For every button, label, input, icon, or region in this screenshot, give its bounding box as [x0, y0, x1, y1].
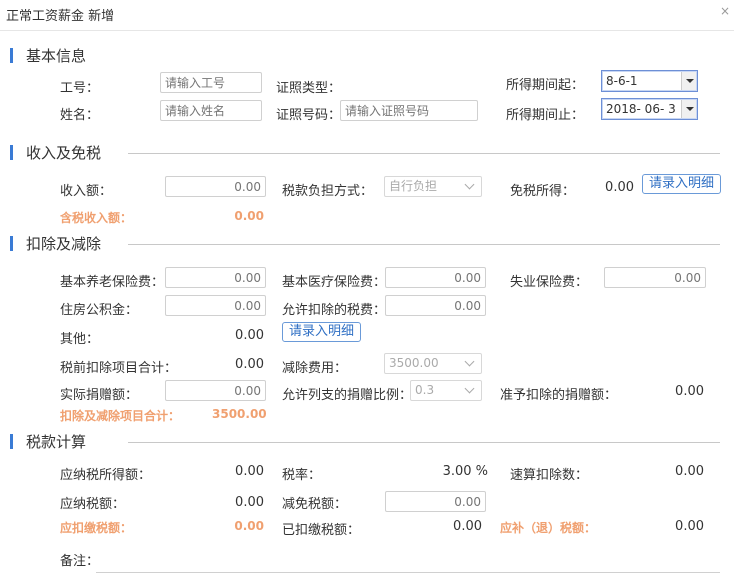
allowed-tax-input[interactable]	[385, 295, 486, 316]
quick-deduction-label: 速算扣除数：	[510, 468, 589, 483]
other-label: 其他：	[60, 332, 100, 347]
paid-label: 已扣缴税额：	[282, 523, 361, 538]
emp-no-input[interactable]	[160, 72, 262, 93]
period-end-label: 所得期间止：	[506, 108, 585, 123]
tax-payable-value: 0.00	[235, 495, 264, 510]
tax-free-value: 0.00	[605, 180, 634, 195]
taxable-amount-label: 应纳税所得额：	[60, 468, 152, 483]
withhold-value: 0.00	[234, 519, 264, 533]
tax-rate-value: 3.00 %	[442, 464, 488, 479]
tax-relief-label: 减免税额：	[282, 497, 348, 512]
quick-deduction-value: 0.00	[675, 464, 704, 479]
close-icon[interactable]: ×	[720, 4, 730, 18]
deduction-fee-label: 减除费用：	[282, 361, 348, 376]
unemployment-input[interactable]	[604, 267, 706, 288]
period-start-select[interactable]: 8-6-1	[601, 70, 698, 92]
allowed-tax-label: 允许扣除的税费：	[282, 303, 387, 318]
window-title: 正常工资薪金 新增	[6, 9, 115, 24]
deduction-fee-value: 3500.00	[389, 356, 439, 370]
refund-label: 应补（退）税额：	[500, 521, 597, 535]
title-divider	[0, 30, 734, 31]
housing-input[interactable]	[165, 295, 266, 316]
emp-no-label: 工号：	[60, 81, 100, 96]
donation-label: 实际捐赠额：	[60, 388, 139, 403]
section-title-deduction: 扣除及减除	[26, 235, 102, 253]
period-end-select[interactable]: 2018- 06- 3	[601, 98, 698, 120]
paid-value: 0.00	[453, 519, 482, 534]
chevron-down-icon	[464, 383, 476, 395]
income-detail-button[interactable]: 请录入明细	[642, 174, 722, 194]
taxable-amount-value: 0.00	[235, 464, 264, 479]
medical-label: 基本医疗保险费：	[282, 275, 387, 290]
section-divider-calc	[128, 442, 720, 443]
other-value: 0.00	[235, 328, 264, 343]
section-marker-deduction	[10, 236, 13, 251]
remark-input-line[interactable]	[96, 572, 720, 573]
unemployment-label: 失业保险费：	[510, 275, 589, 290]
section-title-calc: 税款计算	[26, 433, 87, 451]
section-marker-basic	[10, 48, 13, 63]
tax-burden-select[interactable]: 自行负担	[384, 176, 482, 197]
tax-relief-input[interactable]	[385, 491, 486, 512]
period-start-label: 所得期间起：	[506, 78, 585, 93]
chevron-down-icon	[464, 356, 476, 368]
donation-input[interactable]	[165, 380, 266, 401]
section-marker-calc	[10, 434, 13, 449]
pension-input[interactable]	[165, 267, 266, 288]
pretax-total-value: 0.00	[235, 357, 264, 372]
donation-ratio-value: 0.3	[415, 383, 435, 397]
taxable-income-label: 含税收入额：	[60, 211, 133, 225]
income-label: 收入额：	[60, 184, 113, 199]
tax-free-label: 免税所得：	[510, 184, 576, 199]
deduction-total-label: 扣除及减除项目合计：	[60, 409, 181, 423]
id-no-label: 证照号码：	[276, 108, 342, 123]
tax-rate-label: 税率：	[282, 468, 322, 483]
id-no-input[interactable]	[340, 100, 478, 121]
donation-ratio-select[interactable]: 0.3	[410, 380, 482, 401]
tax-burden-value: 自行负担	[389, 179, 438, 193]
section-divider-deduction	[128, 244, 720, 245]
deduction-fee-select[interactable]: 3500.00	[384, 353, 482, 374]
tax-burden-label: 税款负担方式：	[282, 184, 374, 199]
remark-label: 备注：	[60, 554, 100, 569]
period-start-value: 8-6-1	[606, 74, 638, 88]
period-end-value: 2018- 06- 3	[606, 102, 676, 116]
medical-input[interactable]	[385, 267, 486, 288]
refund-value: 0.00	[675, 519, 704, 534]
name-label: 姓名：	[60, 108, 100, 123]
section-marker-income	[10, 145, 13, 160]
chevron-down-icon	[464, 179, 476, 191]
chevron-down-icon[interactable]	[681, 100, 696, 118]
donation-allowed-label: 准予扣除的捐赠额：	[500, 388, 618, 403]
donation-ratio-label: 允许列支的捐赠比例：	[282, 388, 413, 403]
pension-label: 基本养老保险费：	[60, 275, 165, 290]
taxable-income-value: 0.00	[234, 209, 264, 223]
section-title-income: 收入及免税	[26, 144, 102, 162]
income-input[interactable]	[165, 176, 266, 197]
section-divider-income	[128, 153, 720, 154]
housing-label: 住房公积金：	[60, 303, 139, 318]
chevron-down-icon[interactable]	[681, 72, 696, 90]
tax-payable-label: 应纳税额：	[60, 497, 126, 512]
name-input[interactable]	[160, 100, 262, 121]
deduction-detail-button[interactable]: 请录入明细	[282, 322, 362, 342]
withhold-label: 应扣缴税额：	[60, 521, 133, 535]
section-title-basic: 基本信息	[26, 47, 87, 65]
id-type-label: 证照类型：	[276, 81, 342, 96]
pretax-total-label: 税前扣除项目合计：	[60, 361, 178, 376]
donation-allowed-value: 0.00	[675, 384, 704, 399]
deduction-total-value: 3500.00	[212, 407, 267, 421]
